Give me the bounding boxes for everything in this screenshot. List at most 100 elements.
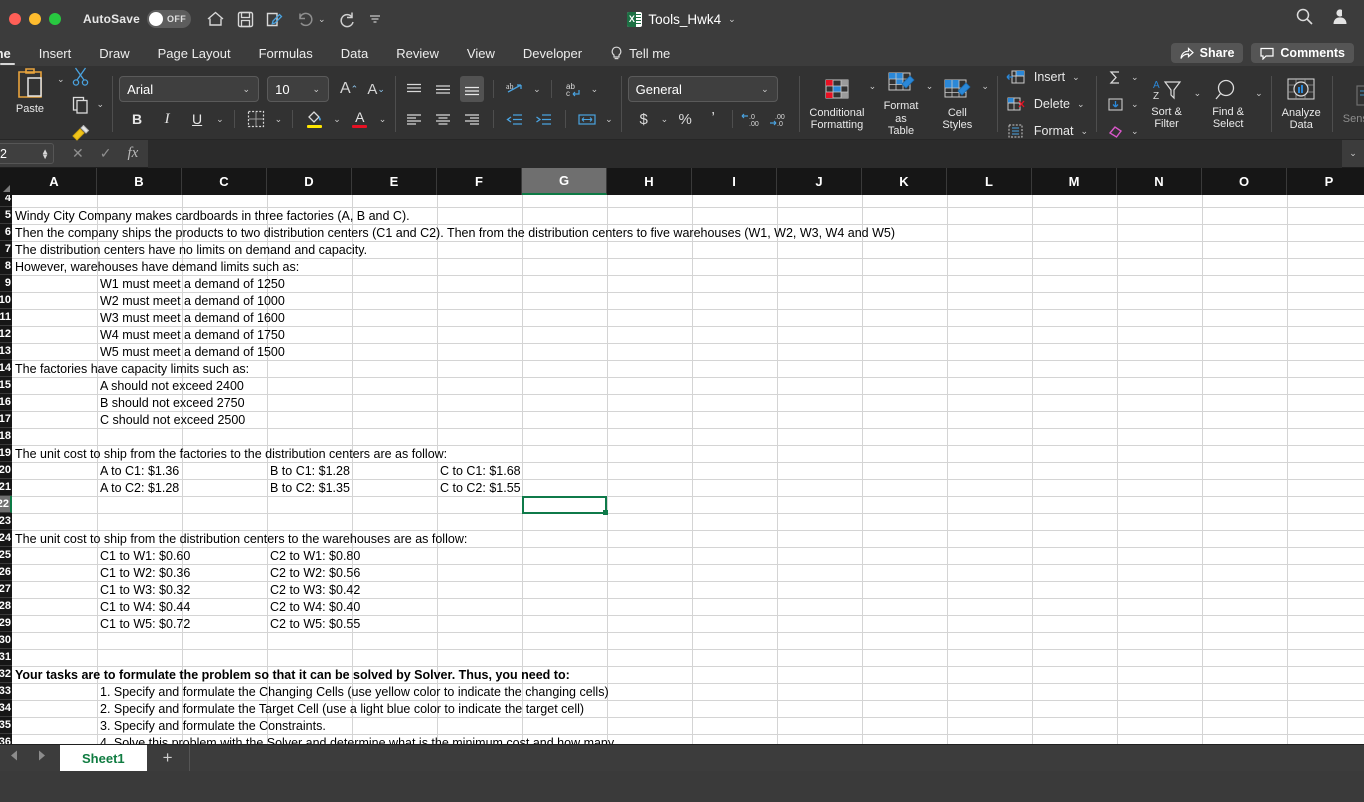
- column-header-j[interactable]: J: [777, 168, 862, 195]
- delete-cells-caret[interactable]: ⌄: [1076, 99, 1086, 109]
- format-as-table-button[interactable]: Format as Table: [877, 70, 925, 138]
- row-header-16[interactable]: 16: [0, 394, 12, 411]
- row-header-14[interactable]: 14: [0, 360, 12, 377]
- bold-button[interactable]: B: [125, 106, 149, 132]
- cell-text[interactable]: C to C2: $1.55: [438, 480, 521, 496]
- cell-text[interactable]: C to C1: $1.68: [438, 463, 521, 479]
- column-header-i[interactable]: I: [692, 168, 777, 195]
- align-bottom-button[interactable]: [460, 76, 485, 102]
- row-header-18[interactable]: 18: [0, 428, 12, 445]
- column-header-o[interactable]: O: [1202, 168, 1287, 195]
- comma-format-button[interactable]: ’: [701, 106, 725, 132]
- row-header-10[interactable]: 10: [0, 292, 12, 309]
- cell-text[interactable]: 3. Specify and formulate the Constraints…: [98, 718, 326, 734]
- row-header-20[interactable]: 20: [0, 462, 12, 479]
- row-header-26[interactable]: 26: [0, 564, 12, 581]
- cell-text[interactable]: B should not exceed 2750: [98, 395, 245, 411]
- cell-text[interactable]: A to C1: $1.36: [98, 463, 179, 479]
- row-header-13[interactable]: 13: [0, 343, 12, 360]
- row-header-7[interactable]: 7: [0, 241, 12, 258]
- column-header-n[interactable]: N: [1117, 168, 1202, 195]
- decrease-indent-button[interactable]: [503, 106, 527, 132]
- cell-text[interactable]: W5 must meet a demand of 1500: [98, 344, 285, 360]
- fill-caret[interactable]: ⌄: [1130, 99, 1140, 109]
- font-color-button[interactable]: A: [348, 106, 372, 132]
- cell-text[interactable]: C1 to W5: $0.72: [98, 616, 190, 632]
- format-as-table-caret[interactable]: ⌄: [925, 82, 935, 91]
- align-right-button[interactable]: [460, 106, 484, 132]
- borders-button[interactable]: [244, 106, 268, 132]
- column-header-p[interactable]: P: [1287, 168, 1364, 195]
- document-menu-caret[interactable]: ⌄: [727, 14, 737, 24]
- column-header-a[interactable]: A: [12, 168, 97, 195]
- minimize-window-button[interactable]: [29, 13, 41, 25]
- cell-text[interactable]: B to C1: $1.28: [268, 463, 350, 479]
- home-icon[interactable]: [206, 10, 225, 28]
- copy-icon[interactable]: [69, 92, 93, 118]
- cell-text[interactable]: C2 to W5: $0.55: [268, 616, 360, 632]
- sort-filter-caret[interactable]: ⌄: [1193, 88, 1203, 98]
- close-window-button[interactable]: [9, 13, 21, 25]
- confirm-entry-button[interactable]: ✓: [100, 145, 112, 162]
- borders-dropdown-caret[interactable]: ⌄: [274, 114, 284, 124]
- row-header-24[interactable]: 24: [0, 530, 12, 547]
- cut-icon[interactable]: [69, 64, 93, 90]
- next-sheet-icon[interactable]: [35, 749, 48, 767]
- row-header-9[interactable]: 9: [0, 275, 12, 292]
- cell-styles-button[interactable]: Cell Styles: [934, 77, 980, 132]
- column-header-k[interactable]: K: [862, 168, 947, 195]
- font-color-caret[interactable]: ⌄: [378, 114, 388, 124]
- conditional-formatting-button[interactable]: Conditional Formatting: [806, 77, 867, 132]
- row-header-33[interactable]: 33: [0, 683, 12, 700]
- row-header-30[interactable]: 30: [0, 632, 12, 649]
- cell-text[interactable]: W1 must meet a demand of 1250: [98, 276, 285, 292]
- sort-filter-button[interactable]: A Z Sort & Filter: [1144, 78, 1190, 131]
- cell-text[interactable]: C1 to W1: $0.60: [98, 548, 190, 564]
- maximize-window-button[interactable]: [49, 13, 61, 25]
- align-left-button[interactable]: [402, 106, 426, 132]
- save-icon[interactable]: [237, 11, 254, 28]
- font-size-select[interactable]: 10 ⌄: [267, 76, 330, 102]
- cell-text[interactable]: C2 to W4: $0.40: [268, 599, 360, 615]
- underline-button[interactable]: U: [185, 106, 209, 132]
- cell-text[interactable]: W3 must meet a demand of 1600: [98, 310, 285, 326]
- cell-text[interactable]: C2 to W1: $0.80: [268, 548, 360, 564]
- active-cell-selection[interactable]: [522, 496, 608, 515]
- merge-center-button[interactable]: [575, 106, 599, 132]
- decrease-font-size-button[interactable]: A ⌄: [364, 76, 388, 102]
- name-box-spinner[interactable]: ▲ ▼: [41, 147, 49, 160]
- row-header-36[interactable]: 36: [0, 734, 12, 744]
- merge-center-caret[interactable]: ⌄: [604, 114, 614, 124]
- row-header-6[interactable]: 6: [0, 224, 12, 241]
- cell-text[interactable]: A to C2: $1.28: [98, 480, 179, 496]
- clear-caret[interactable]: ⌄: [1130, 126, 1140, 136]
- number-format-select[interactable]: General ⌄: [627, 76, 778, 102]
- expand-formula-bar-caret[interactable]: ⌄: [1342, 148, 1364, 159]
- analyze-data-button[interactable]: Analyze Data: [1278, 77, 1325, 132]
- row-header-32[interactable]: 32: [0, 666, 12, 683]
- column-header-g[interactable]: G: [522, 168, 607, 195]
- cell-text[interactable]: C1 to W4: $0.44: [98, 599, 190, 615]
- cell-text[interactable]: Then the company ships the products to t…: [13, 225, 895, 241]
- cell-text[interactable]: The unit cost to ship from the factories…: [13, 446, 447, 462]
- column-header-e[interactable]: E: [352, 168, 437, 195]
- tab-view[interactable]: View: [453, 46, 509, 66]
- clear-icon[interactable]: [1103, 118, 1127, 144]
- row-header-25[interactable]: 25: [0, 547, 12, 564]
- sheet-tab-sheet1[interactable]: Sheet1: [60, 745, 147, 771]
- column-header-b[interactable]: B: [97, 168, 182, 195]
- redo-icon[interactable]: [339, 11, 356, 28]
- select-all-corner[interactable]: [0, 168, 12, 195]
- column-header-c[interactable]: C: [182, 168, 267, 195]
- row-header-22[interactable]: 22: [0, 496, 12, 513]
- undo-icon[interactable]: ⌄: [296, 11, 327, 27]
- insert-function-icon[interactable]: fx: [127, 145, 138, 162]
- align-center-button[interactable]: [431, 106, 455, 132]
- accounting-format-caret[interactable]: ⌄: [660, 114, 670, 124]
- find-select-caret[interactable]: ⌄: [1254, 88, 1264, 98]
- cell-text[interactable]: B to C2: $1.35: [268, 480, 350, 496]
- tab-developer[interactable]: Developer: [509, 46, 596, 66]
- orientation-button[interactable]: ab: [503, 76, 527, 102]
- font-size-caret[interactable]: ⌄: [312, 84, 322, 94]
- increase-indent-button[interactable]: [532, 106, 556, 132]
